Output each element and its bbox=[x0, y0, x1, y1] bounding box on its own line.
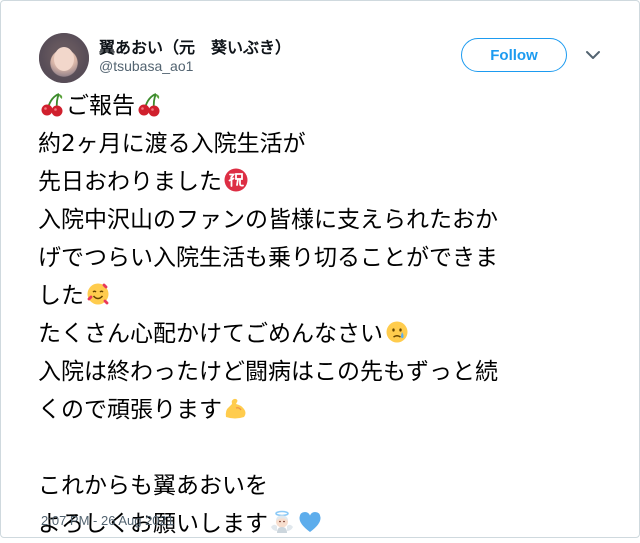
crying-face-icon bbox=[384, 319, 410, 345]
chevron-down-icon[interactable] bbox=[583, 45, 603, 65]
tweet-line-text: 先日おわりました bbox=[38, 169, 222, 195]
tweet-line-text: これからも翼あおいを bbox=[38, 473, 268, 499]
tweet-line: 入院中沢山のファンの皆様に支えられたおか bbox=[38, 201, 598, 239]
tweet-line: 約2ヶ月に渡る入院生活が bbox=[38, 125, 598, 163]
tweet-line-text: ご報告 bbox=[66, 93, 135, 119]
blue-heart-icon bbox=[297, 509, 323, 535]
tweet-timestamp[interactable]: 2:07 PM - 26 Aug 2021 bbox=[41, 513, 174, 528]
tweet-line: これからも翼あおいを bbox=[38, 467, 598, 505]
avatar[interactable] bbox=[39, 33, 89, 83]
tweet-line: した bbox=[38, 277, 598, 315]
congratulation-ideograph-icon bbox=[223, 167, 249, 193]
follow-button[interactable]: Follow bbox=[461, 38, 567, 72]
tweet-line: くので頑張ります bbox=[38, 391, 598, 429]
tweet-line: 入院は終わったけど闘病はこの先もずっと続 bbox=[38, 353, 598, 391]
author-name[interactable]: 翼あおい（元 葵いぶき） bbox=[99, 34, 291, 58]
tweet-line: げでつらい入院生活も乗り切ることができま bbox=[38, 239, 598, 277]
tweet-line-text: 入院中沢山のファンの皆様に支えられたおか bbox=[38, 207, 498, 233]
tweet-line-text: 約2ヶ月に渡る入院生活が bbox=[38, 131, 306, 157]
tweet-line-text: 入院は終わったけど闘病はこの先もずっと続 bbox=[38, 359, 498, 385]
tweet-line-text: くので頑張ります bbox=[38, 397, 222, 423]
tweet-text: ご報告 約2ヶ月に渡る入院生活が 先日おわりました 入院中沢山のファンの皆様に支… bbox=[38, 87, 598, 543]
cherries-icon bbox=[136, 91, 162, 117]
tweet-line: ご報告 bbox=[38, 87, 598, 125]
author-handle[interactable]: @tsubasa_ao1 bbox=[99, 58, 193, 74]
tweet-line: たくさん心配かけてごめんなさい bbox=[38, 315, 598, 353]
tweet-line-text: げでつらい入院生活も乗り切ることができま bbox=[38, 245, 498, 271]
tweet-line-text: たくさん心配かけてごめんなさい bbox=[38, 321, 383, 347]
tweet-card: 翼あおい（元 葵いぶき） @tsubasa_ao1 Follow ご報告 約2ヶ… bbox=[0, 0, 640, 538]
tweet-line: 先日おわりました bbox=[38, 163, 598, 201]
flexed-biceps-icon bbox=[223, 395, 249, 421]
tweet-line-text: した bbox=[38, 283, 84, 309]
angel-face-icon bbox=[269, 509, 295, 535]
smiling-face-with-hearts-icon bbox=[85, 281, 111, 307]
cherries-icon bbox=[39, 91, 65, 117]
